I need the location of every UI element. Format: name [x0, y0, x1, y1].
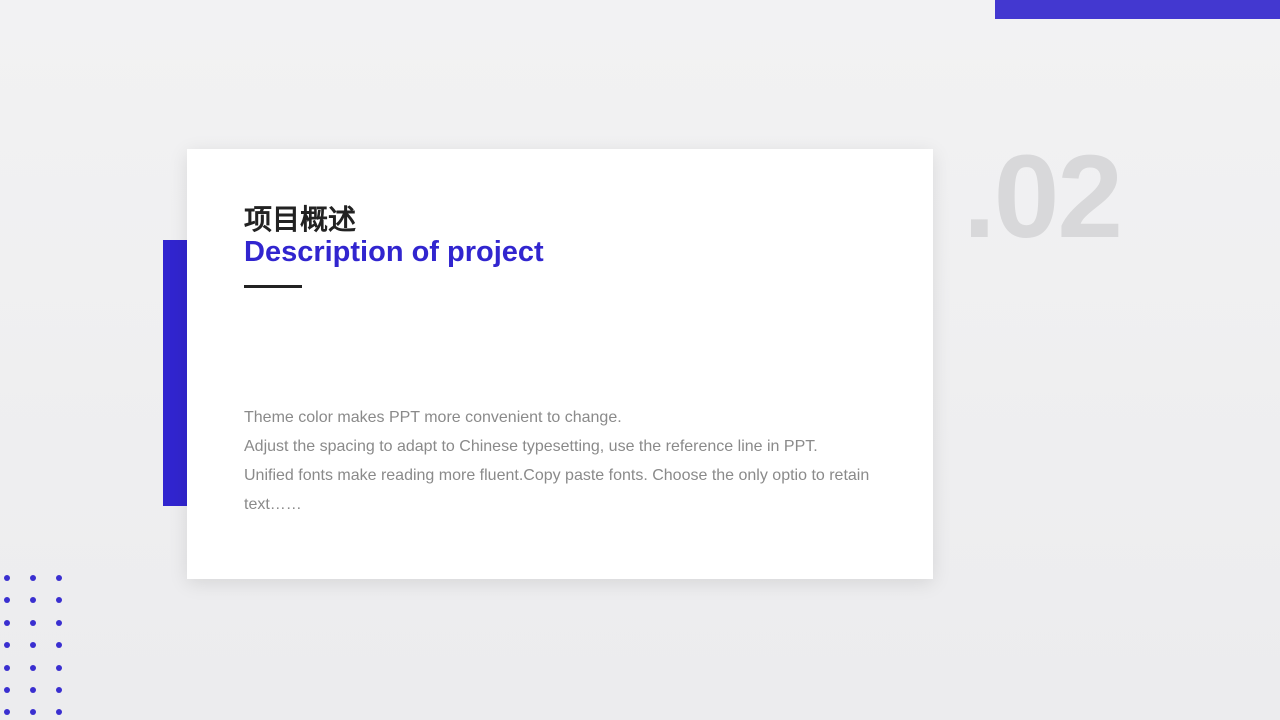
decorative-dot — [30, 619, 36, 626]
top-accent-bar — [995, 0, 1280, 19]
body-text: Theme color makes PPT more convenient to… — [244, 403, 884, 519]
decorative-dot — [56, 575, 62, 581]
side-accent-bar — [163, 240, 187, 506]
decorative-dot — [4, 642, 10, 649]
decorative-dot — [56, 664, 62, 671]
decorative-dot — [56, 687, 62, 693]
decorative-dot — [4, 664, 10, 671]
title-english: Description of project — [244, 236, 544, 268]
decorative-dot — [4, 575, 10, 581]
decorative-dot — [30, 575, 36, 581]
decorative-dot — [4, 619, 10, 626]
decorative-dot — [56, 642, 62, 649]
decorative-dot — [56, 597, 62, 604]
dot-grid-decoration — [0, 572, 70, 720]
body-line: Unified fonts make reading more fluent.C… — [244, 467, 870, 513]
decorative-dot — [56, 709, 62, 716]
body-line: Adjust the spacing to adapt to Chinese t… — [244, 438, 818, 455]
decorative-dot — [56, 619, 62, 626]
decorative-dot — [30, 597, 36, 604]
slide-number: .02 — [963, 131, 1123, 263]
content-card: 项目概述 Description of project Theme color … — [187, 149, 933, 579]
decorative-dot — [30, 709, 36, 716]
title-chinese: 项目概述 — [244, 203, 357, 236]
decorative-dot — [4, 709, 10, 716]
decorative-dot — [4, 597, 10, 604]
decorative-dot — [4, 687, 10, 693]
decorative-dot — [30, 642, 36, 649]
decorative-dot — [30, 687, 36, 693]
title-underline — [244, 285, 302, 288]
body-line: Theme color makes PPT more convenient to… — [244, 409, 622, 426]
decorative-dot — [30, 664, 36, 671]
